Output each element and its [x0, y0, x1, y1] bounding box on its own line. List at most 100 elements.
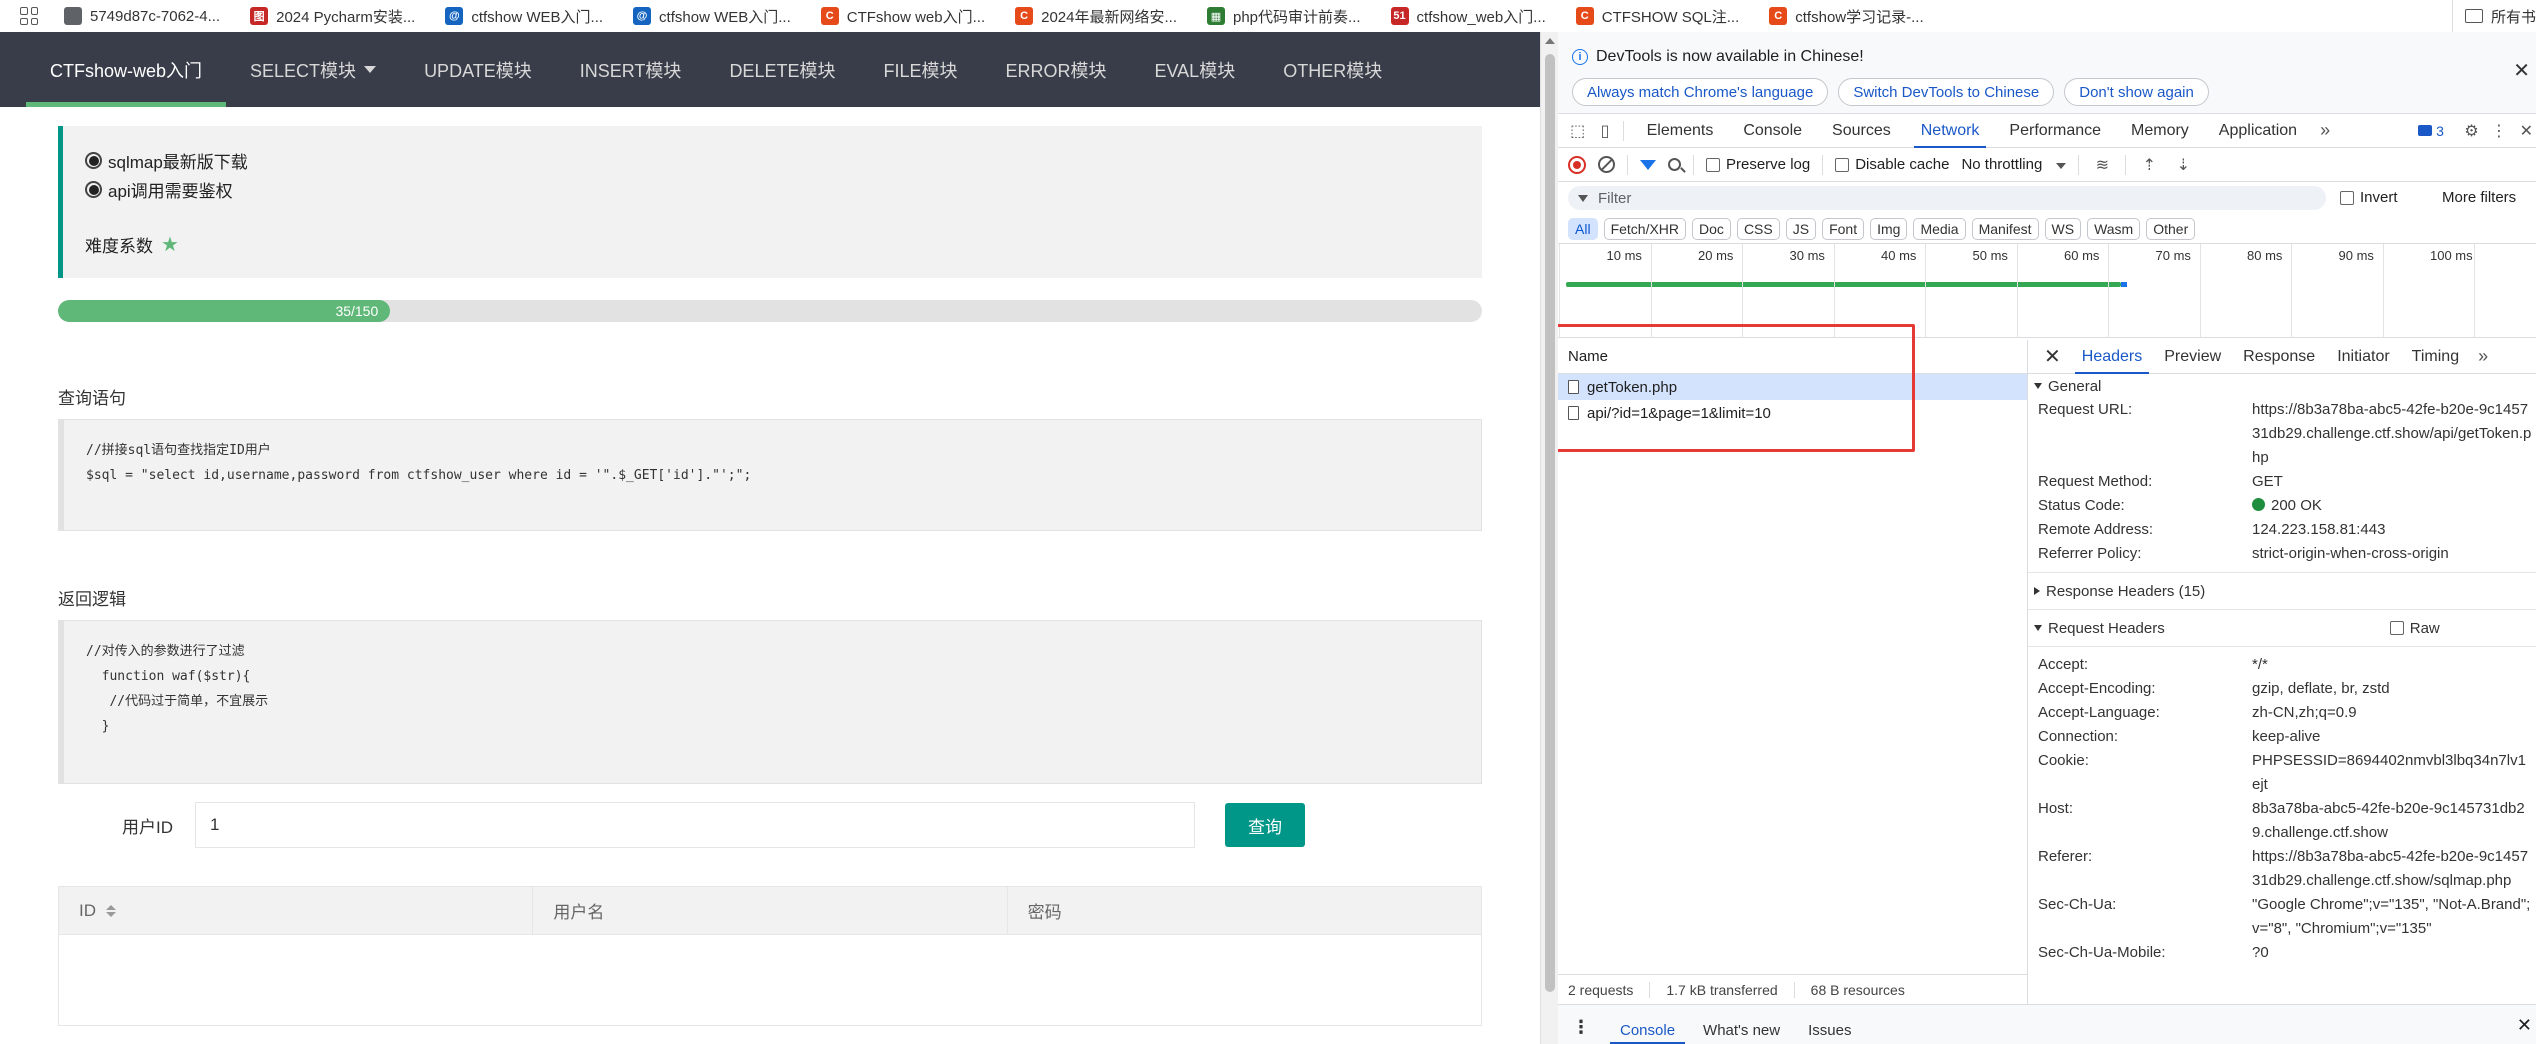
query-code-block: //拼接sql语句查找指定ID用户 $sql = "select id,user…	[58, 419, 1482, 531]
nav-item[interactable]: OTHER模块	[1259, 32, 1406, 107]
resource-type-chip[interactable]: Img	[1870, 217, 1908, 240]
notice-panel: sqlmap最新版下载 api调用需要鉴权 难度系数 ★	[58, 126, 1482, 278]
apps-grid-icon[interactable]	[20, 7, 38, 25]
network-timeline-overview[interactable]: 10 ms 20 ms 30 ms 40 ms 50 ms 60 ms 70 ms 80 ms…	[1558, 244, 2536, 338]
header-value: GET	[2252, 470, 2532, 494]
drawer-tab[interactable]: What's new	[1689, 1016, 1794, 1044]
bookmark-item[interactable]: 51 ctfshow_web入门...	[1390, 6, 1546, 26]
resource-type-chip[interactable]: Other	[2146, 217, 2196, 240]
nav-item[interactable]: SELECT模块	[226, 32, 400, 107]
sort-icon[interactable]	[106, 904, 116, 917]
page-scrollbar[interactable]	[1540, 32, 1558, 1044]
nav-item[interactable]: INSERT模块	[556, 32, 706, 107]
close-detail-icon[interactable]: ✕	[2034, 344, 2071, 369]
nav-item[interactable]: CTFshow-web入门	[26, 32, 227, 107]
bookmark-item[interactable]: Cctfshow学习记录-...	[1769, 6, 1924, 26]
close-drawer-icon[interactable]: ✕	[2517, 1015, 2532, 1036]
nav-item[interactable]: UPDATE模块	[400, 32, 556, 107]
more-tabs-icon[interactable]: »	[2312, 120, 2338, 141]
header-value-text: gzip, deflate, br, zstd	[2252, 680, 2390, 697]
name-column-header[interactable]: Name	[1558, 340, 2027, 374]
drawer-tab[interactable]: Console	[1606, 1016, 1689, 1044]
divider	[1822, 154, 1824, 175]
resource-type-chip[interactable]: CSS	[1736, 217, 1780, 240]
resource-type-chip[interactable]: Manifest	[1971, 217, 2039, 240]
bookmark-item[interactable]: C CTFshow web入门...	[820, 6, 985, 26]
bookmark-item[interactable]: @ ctfshow WEB入门...	[633, 6, 791, 26]
resource-type-chip[interactable]: Doc	[1692, 217, 1731, 240]
banner-button[interactable]: Always match Chrome's language	[1572, 78, 1829, 106]
filter-funnel-icon[interactable]	[1640, 159, 1656, 170]
bookmark-item[interactable]: 5749d87c-7062-4...	[64, 6, 220, 26]
nav-item[interactable]: ERROR模块	[981, 32, 1130, 107]
request-headers-toggle[interactable]: Request Headers Raw	[2028, 616, 2536, 640]
devtools-tab[interactable]: Console	[1728, 114, 1817, 148]
nav-item[interactable]: EVAL模块	[1131, 32, 1260, 107]
devtools-tab[interactable]: Network	[1906, 114, 1995, 148]
all-bookmarks-button[interactable]: 所有书	[2451, 0, 2536, 32]
close-devtools-icon[interactable]: ✕	[2517, 120, 2536, 142]
scroll-up-icon[interactable]	[1545, 38, 1555, 44]
request-row[interactable]: getToken.php	[1558, 374, 2027, 400]
query-button[interactable]: 查询	[1225, 803, 1305, 847]
clear-icon[interactable]	[1598, 156, 1615, 173]
more-filters-dropdown[interactable]: More filters	[2442, 189, 2516, 206]
nav-item[interactable]: FILE模块	[859, 32, 981, 107]
issues-badge[interactable]: 3	[2418, 123, 2444, 139]
device-toolbar-icon[interactable]: ▯	[1595, 120, 1614, 142]
nav-item[interactable]: DELETE模块	[705, 32, 859, 107]
request-row[interactable]: api/?id=1&page=1&limit=10	[1558, 400, 2027, 426]
drawer-menu-icon[interactable]: ⋮	[1572, 1017, 1590, 1044]
banner-button[interactable]: Don't show again	[2064, 78, 2209, 106]
detail-tab[interactable]: Response	[2232, 340, 2326, 374]
import-har-icon[interactable]: ⇡	[2138, 154, 2160, 176]
scroll-thumb[interactable]	[1545, 54, 1555, 992]
devtools-tab[interactable]: Elements	[1632, 114, 1729, 148]
detail-tab[interactable]: Initiator	[2326, 340, 2400, 374]
bookmark-item[interactable]: 图 2024 Pycharm安装...	[250, 6, 415, 26]
devtools-tab[interactable]: Sources	[1817, 114, 1906, 148]
resource-type-chip[interactable]: All	[1568, 217, 1598, 240]
resource-type-chip[interactable]: Media	[1913, 217, 1966, 240]
preserve-log-checkbox[interactable]: Preserve log	[1706, 156, 1810, 173]
resource-type-chip[interactable]: Font	[1822, 217, 1865, 240]
record-icon[interactable]	[1568, 155, 1586, 174]
detail-tab[interactable]: Headers	[2071, 340, 2153, 374]
devtools-tab[interactable]: Memory	[2116, 114, 2204, 148]
nav-item-label: SELECT模块	[250, 60, 357, 81]
throttling-select[interactable]: No throttling	[1961, 156, 2067, 173]
resource-type-chip[interactable]: JS	[1785, 217, 1817, 240]
user-id-input[interactable]: 1	[195, 802, 1195, 848]
export-har-icon[interactable]: ⇣	[2172, 154, 2194, 176]
drawer-tab[interactable]: Issues	[1794, 1016, 1865, 1044]
filter-input[interactable]: Filter	[1568, 186, 2326, 210]
network-conditions-icon[interactable]: ≋	[2091, 154, 2113, 176]
search-icon[interactable]	[1668, 158, 1681, 171]
banner-close-icon[interactable]: ✕	[2513, 58, 2530, 83]
notice-line-sqlmap[interactable]: sqlmap最新版下载	[85, 146, 1482, 175]
disable-cache-checkbox[interactable]: Disable cache	[1835, 156, 1949, 173]
inspect-element-icon[interactable]: ⬚	[1568, 120, 1587, 142]
resource-type-chip[interactable]: Wasm	[2087, 217, 2141, 240]
banner-button[interactable]: Switch DevTools to Chinese	[1838, 78, 2055, 106]
resource-type-chip[interactable]: WS	[2044, 217, 2082, 240]
settings-gear-icon[interactable]: ⚙	[2462, 120, 2481, 142]
bookmark-item[interactable]: C CTFSHOW SQL注...	[1575, 6, 1739, 26]
devtools-tab[interactable]: Performance	[1994, 114, 2116, 148]
column-header-id[interactable]: ID	[59, 887, 534, 934]
invert-checkbox[interactable]: Invert	[2340, 189, 2398, 206]
bookmark-item[interactable]: ▦ php代码审计前奏...	[1207, 6, 1361, 26]
detail-tab[interactable]: Timing	[2401, 340, 2470, 374]
kebab-menu-icon[interactable]: ⋮	[2489, 120, 2508, 142]
bookmark-item[interactable]: @ ctfshow WEB入门...	[445, 6, 603, 26]
detail-tab[interactable]: Preview	[2153, 340, 2232, 374]
timeline-tick-label: 60 ms	[2064, 248, 2100, 263]
response-headers-toggle[interactable]: Response Headers (15)	[2028, 579, 2536, 603]
general-section-toggle[interactable]: General	[2028, 374, 2536, 398]
resource-type-chip[interactable]: Fetch/XHR	[1603, 217, 1687, 240]
devtools-tab[interactable]: Application	[2204, 114, 2312, 148]
bookmark-item[interactable]: C 2024年最新网络安...	[1015, 6, 1177, 26]
more-detail-tabs-icon[interactable]: »	[2470, 346, 2496, 367]
triangle-down-icon	[2034, 383, 2042, 389]
raw-checkbox[interactable]: Raw	[2389, 620, 2440, 637]
